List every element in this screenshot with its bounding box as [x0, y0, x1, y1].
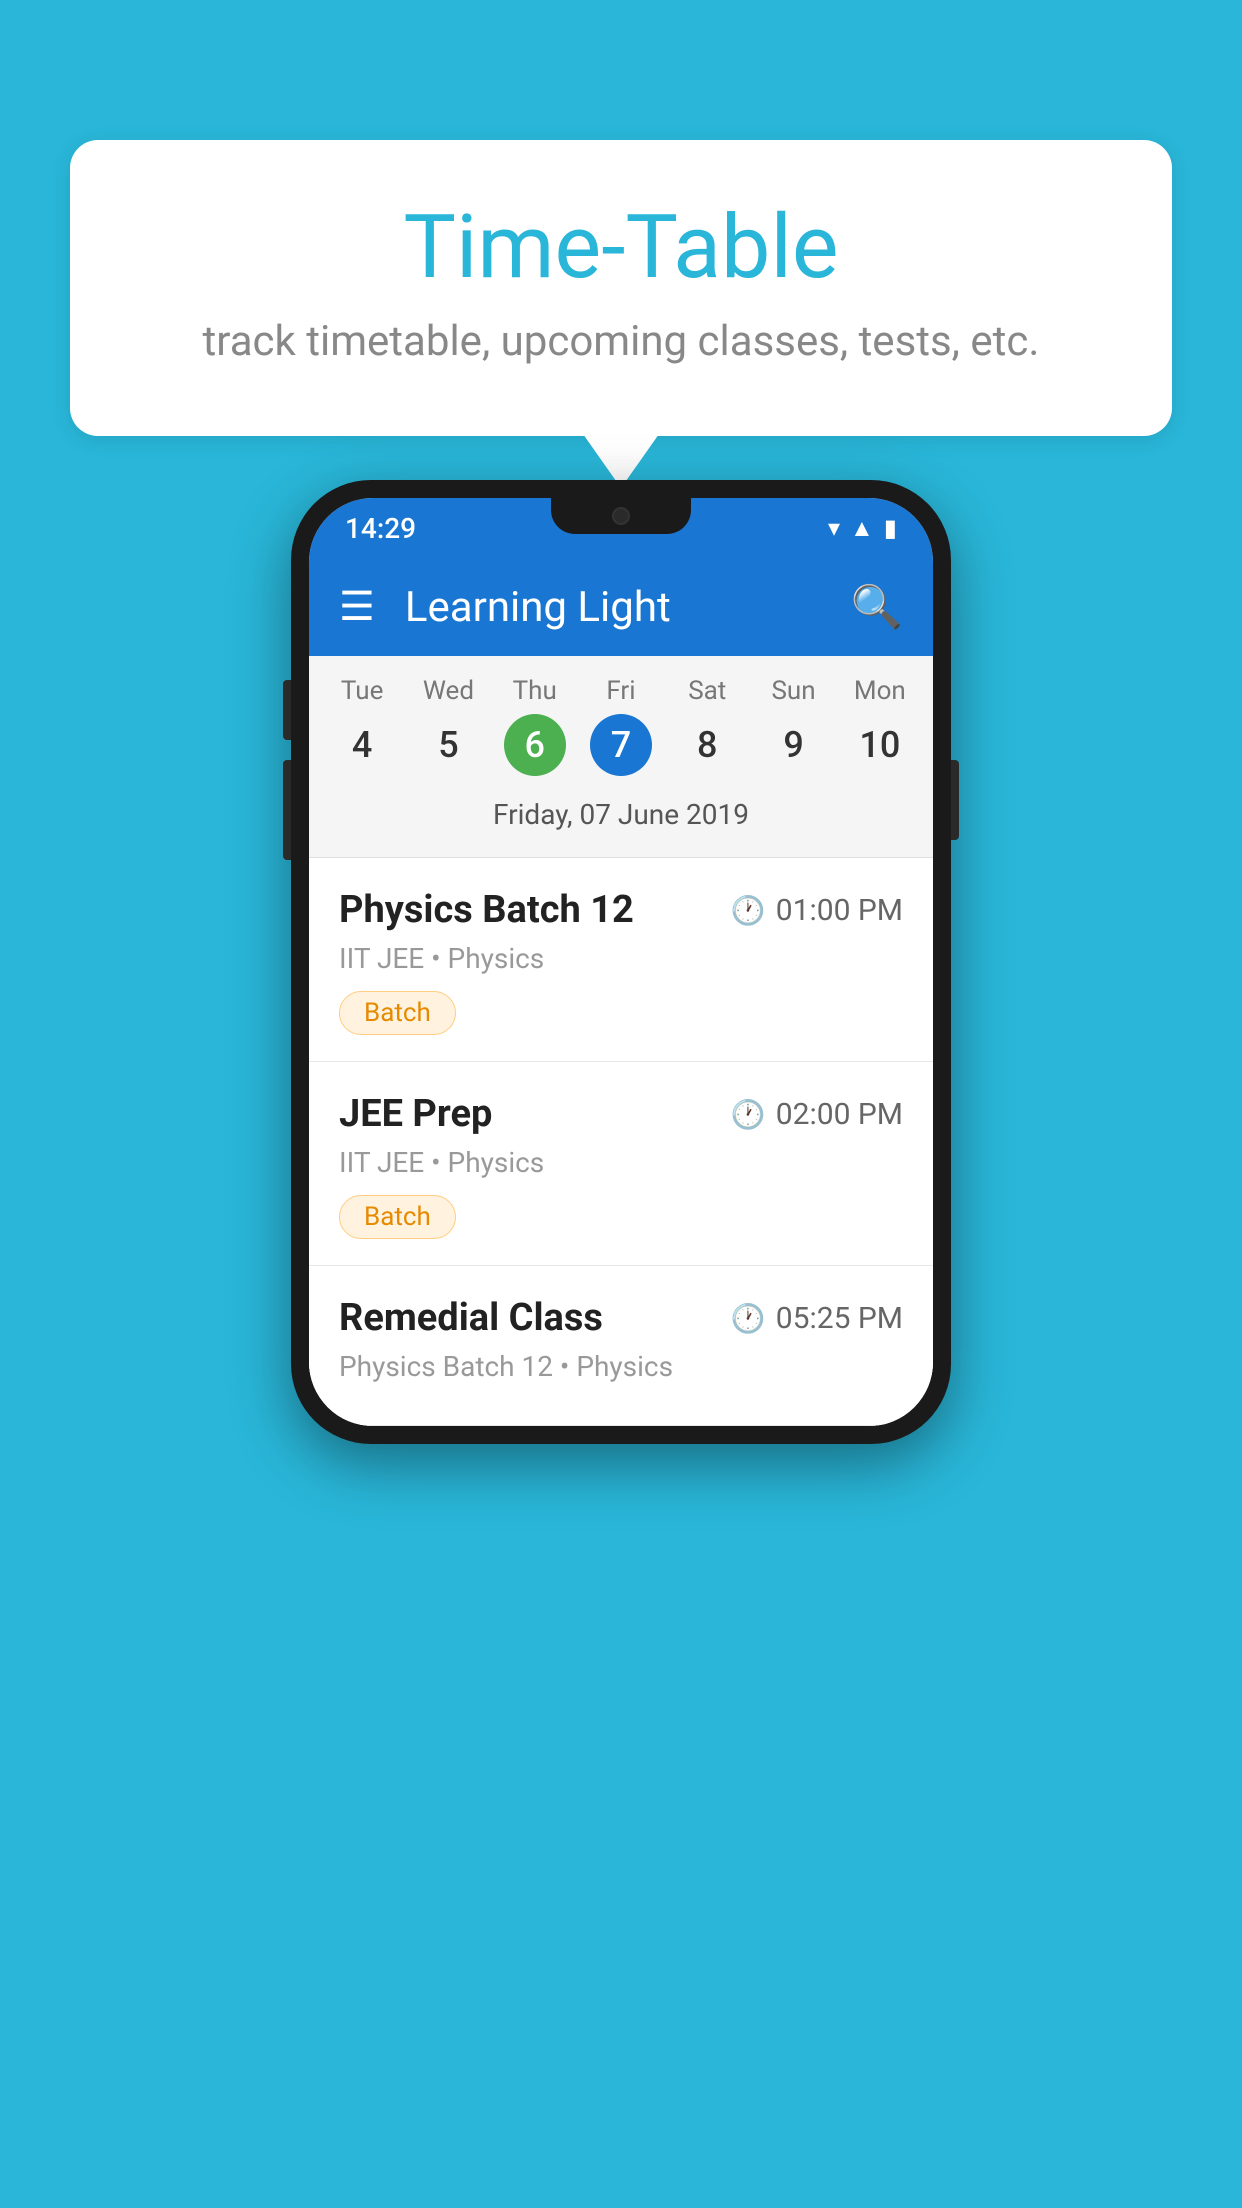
status-time: 14:29 — [345, 512, 416, 545]
schedule-list: Physics Batch 12 🕐 01:00 PM IIT JEE • Physi… — [309, 858, 933, 1426]
app-bar-title: Learning Light — [405, 583, 821, 632]
calendar-day-5[interactable]: Wed 5 — [409, 676, 487, 776]
day-number: 10 — [849, 714, 911, 776]
schedule-item-header: JEE Prep 🕐 02:00 PM — [339, 1092, 903, 1136]
schedule-item-0[interactable]: Physics Batch 12 🕐 01:00 PM IIT JEE • Physi… — [309, 858, 933, 1062]
schedule-subtitle: IIT JEE • Physics — [339, 1146, 903, 1179]
volume-down-button — [283, 760, 291, 860]
schedule-item-header: Remedial Class 🕐 05:25 PM — [339, 1296, 903, 1340]
front-camera — [612, 507, 630, 525]
day-label: Thu — [513, 676, 557, 706]
calendar-day-4[interactable]: Tue 4 — [323, 676, 401, 776]
selected-date: Friday, 07 June 2019 — [319, 786, 923, 847]
power-button — [951, 760, 959, 840]
volume-up-button — [283, 680, 291, 740]
clock-icon: 🕐 — [731, 1098, 766, 1131]
day-label: Sat — [688, 676, 726, 706]
schedule-time: 🕐 02:00 PM — [731, 1097, 903, 1132]
schedule-time: 🕐 05:25 PM — [731, 1301, 903, 1336]
schedule-subtitle: IIT JEE • Physics — [339, 942, 903, 975]
app-bar: ☰ Learning Light 🔍 — [309, 558, 933, 656]
batch-tag: Batch — [339, 991, 456, 1035]
schedule-time-text: 01:00 PM — [776, 893, 903, 928]
schedule-subtitle: Physics Batch 12 • Physics — [339, 1350, 903, 1383]
speech-bubble-card: Time-Table track timetable, upcoming cla… — [70, 140, 1172, 436]
wifi-icon: ▾ — [828, 514, 840, 542]
calendar-day-9[interactable]: Sun 9 — [755, 676, 833, 776]
day-number: 4 — [331, 714, 393, 776]
hamburger-menu-icon[interactable]: ☰ — [339, 587, 375, 627]
calendar-day-6[interactable]: Thu 6 — [496, 676, 574, 776]
battery-icon: ▮ — [884, 514, 897, 542]
bubble-subtitle: track timetable, upcoming classes, tests… — [150, 317, 1092, 366]
day-label: Fri — [606, 676, 635, 706]
day-number: 7 — [590, 714, 652, 776]
calendar-day-10[interactable]: Mon 10 — [841, 676, 919, 776]
schedule-title: Remedial Class — [339, 1296, 603, 1340]
calendar-day-8[interactable]: Sat 8 — [668, 676, 746, 776]
clock-icon: 🕐 — [731, 894, 766, 927]
clock-icon: 🕐 — [731, 1302, 766, 1335]
phone-body: 14:29 ▾ ▲ ▮ ☰ Learning Light 🔍 Tue4Wed5T… — [291, 480, 951, 1444]
day-label: Sun — [771, 676, 815, 706]
schedule-item-header: Physics Batch 12 🕐 01:00 PM — [339, 888, 903, 932]
day-label: Tue — [341, 676, 383, 706]
schedule-time: 🕐 01:00 PM — [731, 893, 903, 928]
schedule-item-2[interactable]: Remedial Class 🕐 05:25 PM Physics Batch 12 … — [309, 1266, 933, 1426]
speech-bubble-section: Time-Table track timetable, upcoming cla… — [70, 140, 1172, 436]
schedule-title: JEE Prep — [339, 1092, 492, 1136]
day-number: 5 — [417, 714, 479, 776]
day-label: Mon — [854, 676, 906, 706]
calendar-day-7[interactable]: Fri 7 — [582, 676, 660, 776]
day-label: Wed — [423, 676, 474, 706]
schedule-time-text: 02:00 PM — [776, 1097, 903, 1132]
status-icons: ▾ ▲ ▮ — [828, 514, 897, 543]
calendar-strip: Tue 4 Wed 5 Thu 6 Fri 7 Sat 8 Sun 9 Mon 10 Friday, 07… — [309, 656, 933, 858]
phone-screen: 14:29 ▾ ▲ ▮ ☰ Learning Light 🔍 Tue4Wed5T… — [309, 498, 933, 1426]
phone-mockup: 14:29 ▾ ▲ ▮ ☰ Learning Light 🔍 Tue4Wed5T… — [291, 480, 951, 1444]
day-number: 8 — [676, 714, 738, 776]
schedule-item-1[interactable]: JEE Prep 🕐 02:00 PM IIT JEE • Physics Batch — [309, 1062, 933, 1266]
signal-icon: ▲ — [850, 514, 874, 543]
bubble-title: Time-Table — [150, 200, 1092, 297]
schedule-time-text: 05:25 PM — [776, 1301, 903, 1336]
batch-tag: Batch — [339, 1195, 456, 1239]
days-row: Tue 4 Wed 5 Thu 6 Fri 7 Sat 8 Sun 9 Mon 10 — [319, 676, 923, 776]
phone-notch — [551, 498, 691, 534]
day-number: 9 — [763, 714, 825, 776]
schedule-title: Physics Batch 12 — [339, 888, 634, 932]
search-icon[interactable]: 🔍 — [851, 583, 903, 632]
day-number: 6 — [504, 714, 566, 776]
